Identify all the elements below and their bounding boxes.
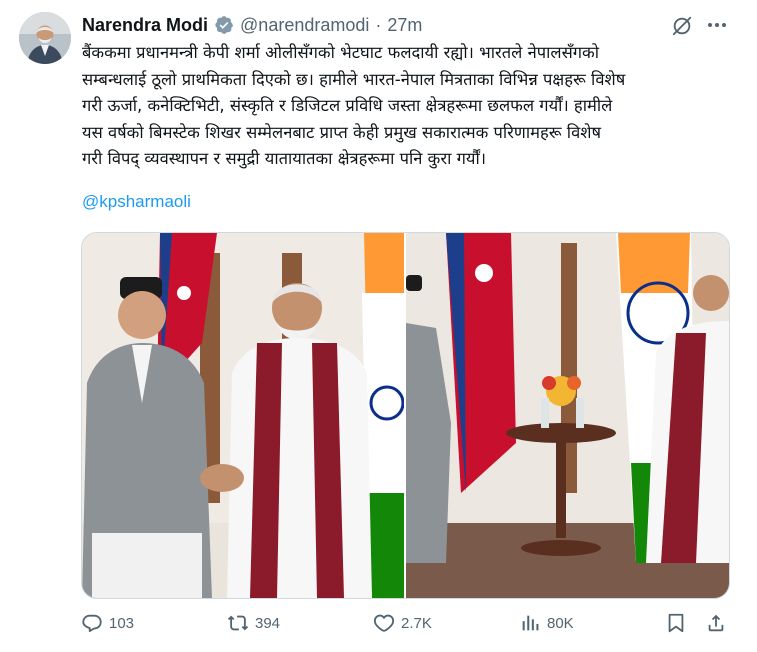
photo-meeting[interactable] (406, 233, 729, 598)
repost-count: 394 (255, 614, 281, 632)
media-grid (81, 232, 730, 599)
tweet-text-line: सम्बन्धलाई ठूलो प्राथमिकता दिएको छ। हामी… (82, 69, 626, 89)
tweet-text: बैंककमा प्रधानमन्त्री केपी शर्मा ओलीसँगक… (82, 40, 732, 173)
reply-icon (82, 614, 102, 632)
tweet: Narendra Modi @narendramodi · 27m बैंककम… (0, 0, 757, 652)
tweet-timestamp[interactable]: 27m (387, 14, 422, 36)
repost-icon (227, 615, 249, 631)
views-count: 80K (547, 614, 574, 632)
reply-count: 103 (109, 614, 135, 632)
like-count: 2.7K (401, 614, 432, 632)
repost-button[interactable]: 394 (227, 612, 280, 634)
tweet-text-line: गरी विपद् व्यवस्थापन र समुद्री यातायातका… (82, 149, 486, 168)
tweet-text-line: गरी ऊर्जा, कनेक्टिभिटी, संस्कृति र डिजिट… (82, 96, 613, 115)
separator-dot: · (375, 15, 382, 35)
share-icon (708, 614, 724, 632)
avatar-image (19, 12, 71, 64)
share-button[interactable] (705, 612, 733, 634)
grok-icon[interactable] (671, 15, 693, 37)
heart-icon (373, 614, 395, 632)
views-icon (522, 615, 539, 631)
photo-handshake[interactable] (82, 233, 406, 598)
avatar[interactable] (19, 12, 71, 64)
like-button[interactable]: 2.7K (373, 612, 432, 634)
verified-badge-icon[interactable] (214, 15, 234, 35)
more-icon[interactable] (705, 13, 729, 37)
bookmark-icon (668, 613, 684, 633)
bookmark-button[interactable] (665, 612, 693, 634)
tweet-text-line: बैंककमा प्रधानमन्त्री केपी शर्मा ओलीसँगक… (82, 43, 599, 62)
author-handle[interactable]: @narendramodi (240, 14, 369, 36)
action-bar: 103 394 2.7K 80K (81, 612, 731, 638)
author-display-name[interactable]: Narendra Modi (82, 14, 208, 36)
views-button[interactable]: 80K (519, 612, 574, 634)
tweet-text-line: यस वर्षको बिमस्टेक शिखर सम्मेलनबाट प्राप… (82, 122, 602, 142)
tweet-header: Narendra Modi @narendramodi · 27m (82, 14, 422, 36)
reply-button[interactable]: 103 (81, 612, 134, 634)
mention-link[interactable]: @kpsharmaoli (82, 192, 191, 212)
